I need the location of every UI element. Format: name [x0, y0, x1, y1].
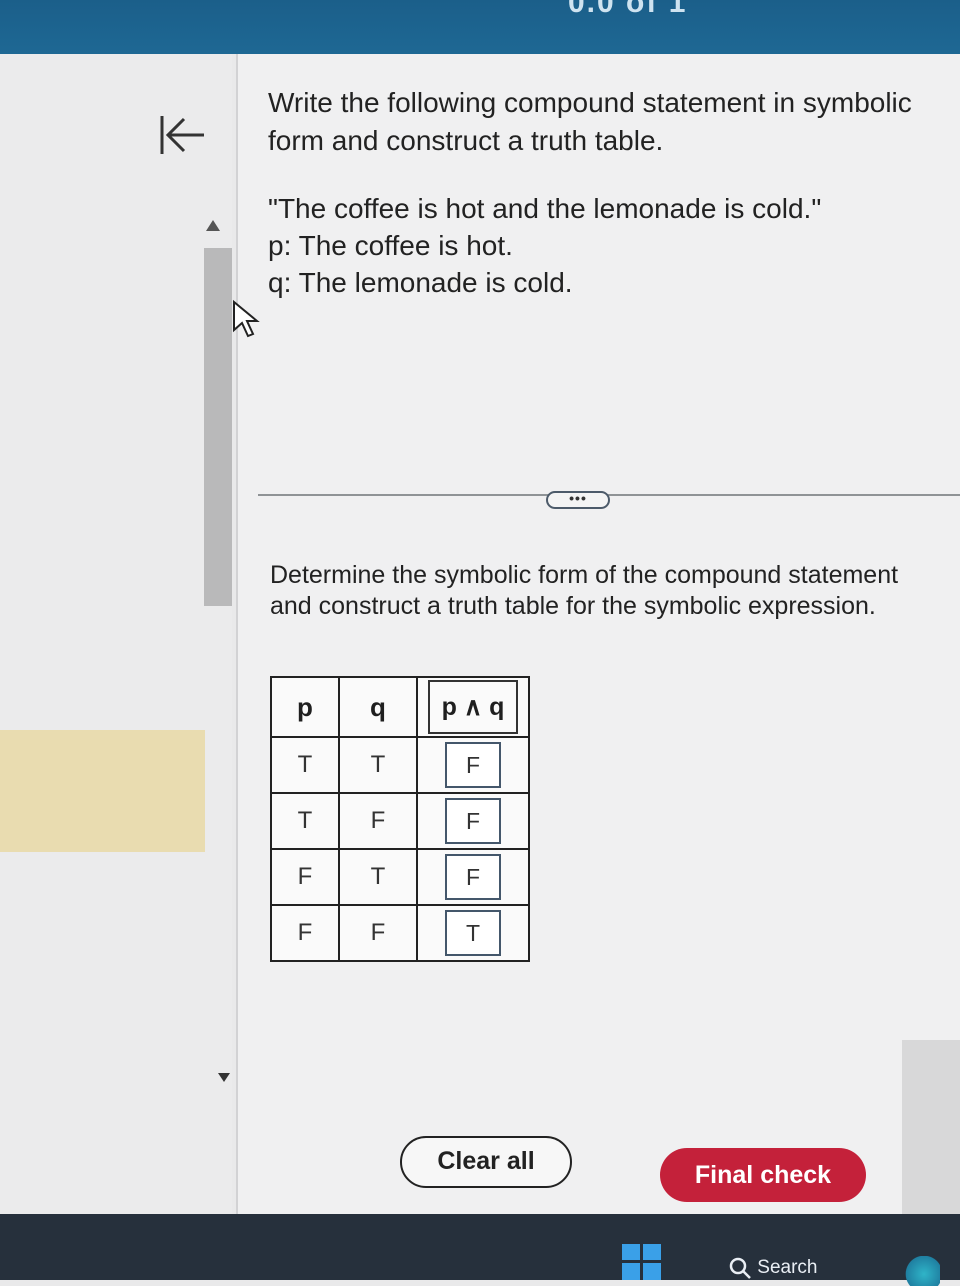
cell-q: F — [338, 792, 418, 850]
browser-icon[interactable] — [900, 1256, 940, 1286]
q-definition: q: The lemonade is cold. — [268, 267, 573, 298]
statement-block: "The coffee is hot and the lemonade is c… — [268, 190, 948, 301]
cell-q: T — [338, 736, 418, 794]
scroll-down-icon[interactable] — [218, 1073, 230, 1082]
final-check-button[interactable]: Final check — [660, 1148, 866, 1202]
compound-statement: "The coffee is hot and the lemonade is c… — [268, 193, 822, 224]
truth-table: p q p ∧ q T T F T F F F T F F F T — [270, 676, 530, 962]
answer-select[interactable]: T — [445, 910, 501, 956]
scrollbar-thumb[interactable] — [204, 248, 232, 606]
table-row: T F F — [270, 792, 530, 850]
cell-p: T — [270, 736, 340, 794]
cell-q: F — [338, 904, 418, 962]
cell-p: F — [270, 904, 340, 962]
answer-select[interactable]: F — [445, 798, 501, 844]
right-scrollbar[interactable] — [902, 1040, 960, 1216]
back-to-start-icon[interactable] — [156, 110, 208, 160]
header-q: q — [338, 676, 418, 738]
table-row: T T F — [270, 736, 530, 794]
cell-p-and-q: T — [416, 904, 530, 962]
cell-p: F — [270, 848, 340, 906]
search-label: Search — [757, 1257, 818, 1279]
cell-p-and-q: F — [416, 736, 530, 794]
expand-more-button[interactable]: ••• — [546, 491, 610, 509]
question-prompt: Write the following compound statement i… — [268, 87, 912, 156]
clear-all-button[interactable]: Clear all — [400, 1136, 572, 1188]
cell-p-and-q: F — [416, 848, 530, 906]
taskbar-search[interactable]: Search — [728, 1256, 817, 1280]
progress-text: 0.0 of 1 — [568, 0, 688, 19]
header-p: p — [270, 676, 340, 738]
cell-p-and-q: F — [416, 792, 530, 850]
table-row: F T F — [270, 848, 530, 906]
top-header-bar: 0.0 of 1 — [0, 0, 960, 54]
header-p-and-q-label: p ∧ q — [427, 680, 519, 734]
answer-select[interactable]: F — [445, 854, 501, 900]
cell-q: T — [338, 848, 418, 906]
highlight-band — [0, 730, 205, 852]
cell-p: T — [270, 792, 340, 850]
answer-select[interactable]: F — [445, 742, 501, 788]
table-row: F F T — [270, 904, 530, 962]
mouse-cursor-icon — [233, 299, 260, 338]
search-icon — [729, 1257, 751, 1279]
p-definition: p: The coffee is hot. — [268, 230, 513, 261]
header-p-and-q: p ∧ q — [416, 676, 530, 738]
windows-start-icon[interactable] — [622, 1244, 662, 1280]
scroll-up-icon[interactable] — [206, 220, 220, 231]
instruction-text: Determine the symbolic form of the compo… — [270, 561, 899, 620]
